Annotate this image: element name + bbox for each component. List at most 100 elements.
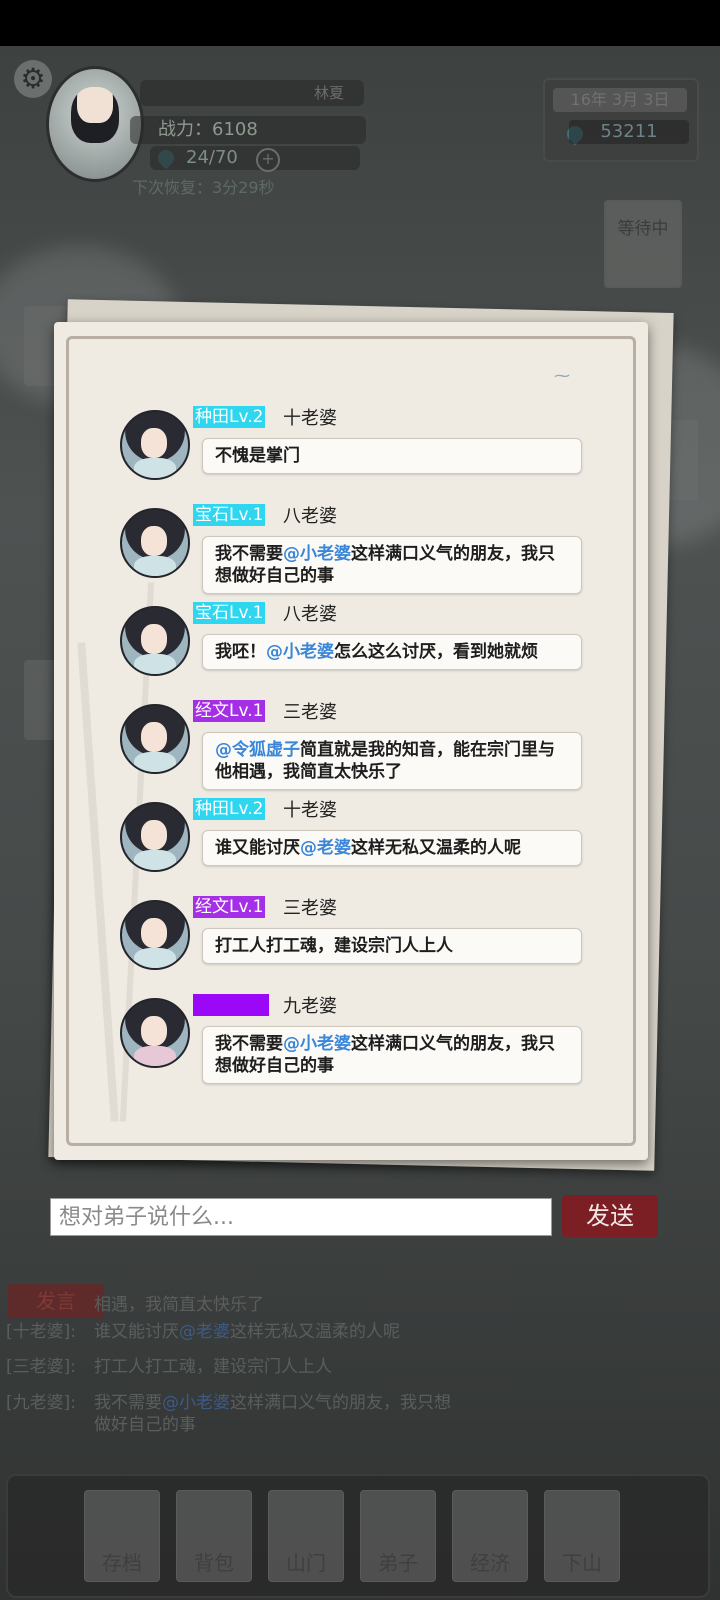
disciple-avatar[interactable] (120, 606, 190, 676)
disciple-name: 十老婆 (283, 408, 337, 429)
mention-text[interactable]: @小老婆 (162, 1393, 230, 1413)
disciple-avatar[interactable] (120, 508, 190, 578)
avatar-face (141, 526, 167, 556)
message-bubble: 我呸！@小老婆怎么这么讨厌，看到她就烦 (202, 634, 582, 670)
avatar-face (71, 87, 119, 143)
waiting-button[interactable]: 等待中 (604, 200, 682, 288)
dock-disciple-button[interactable]: 弟子 (360, 1490, 436, 1582)
chat-message: 种田Lv.2 十老婆谁又能讨厌@老婆这样无私又温柔的人呢 (54, 792, 648, 890)
dock-sect-button[interactable]: 山门 (268, 1490, 344, 1582)
disciple-avatar[interactable] (120, 900, 190, 970)
money-value: 53211 (569, 120, 689, 144)
message-text: 相遇，我简直太快乐了 (94, 1295, 264, 1315)
disciple-name: 十老婆 (283, 800, 337, 821)
message-text: 这样无私又温柔的人呢 (230, 1322, 400, 1342)
game-date: 16年 3月 3日 (553, 88, 687, 112)
avatar-robe (134, 850, 176, 870)
disciple-avatar[interactable] (120, 704, 190, 774)
avatar-face (141, 820, 167, 850)
add-stamina-button[interactable]: + (256, 148, 280, 172)
chat-message: 经文Lv.1 三老婆打工人打工魂，建设宗门人上人 (54, 890, 648, 988)
dock-economy-button[interactable]: 经济 (452, 1490, 528, 1582)
message-text: 我不需要 (94, 1393, 162, 1413)
avatar-face (141, 428, 167, 458)
mention-text[interactable]: @老婆 (179, 1322, 230, 1342)
message-text: 这样满口义气的朋友，我只想 (230, 1393, 451, 1413)
disciple-avatar[interactable] (120, 410, 190, 480)
message-text: 打工人打工魂，建设宗门人上人 (215, 936, 453, 956)
disciple-avatar[interactable] (120, 802, 190, 872)
chat-dialog: ⁓ 种田Lv.2 十老婆 不愧是掌门 宝石Lv.1 八老婆 我不需要@小老婆这样满口义气的… (54, 322, 648, 1160)
log-speaker: [三老婆]: (6, 1357, 76, 1377)
avatar-robe (134, 556, 176, 576)
recover-timer: 下次恢复：3分29秒 (132, 178, 275, 197)
player-name: 林夏 (140, 80, 364, 106)
log-line: [九老婆]: 我不需要@小老婆这样满口义气的朋友，我只想 (6, 1392, 526, 1414)
message-text: 我不需要 (215, 544, 283, 564)
message-text: 我不需要 (215, 1034, 283, 1054)
skill-tag: 种田Lv.2 (193, 798, 266, 820)
disciple-name: 八老婆 (283, 604, 337, 625)
mention-text[interactable]: @小老婆 (283, 1034, 351, 1054)
log-line: 相遇，我简直太快乐了 (6, 1294, 526, 1316)
log-line: 做好自己的事 (6, 1414, 526, 1436)
skill-tag: 经文Lv.1 (193, 896, 266, 918)
message-bubble: 不愧是掌门 (202, 438, 582, 474)
status-bar (0, 0, 720, 46)
avatar-face (141, 722, 167, 752)
avatar-robe (134, 948, 176, 968)
log-line: [三老婆]: 打工人打工魂，建设宗门人上人 (6, 1356, 526, 1378)
message-text: 打工人打工魂，建设宗门人上人 (94, 1357, 332, 1377)
avatar-face (141, 1016, 167, 1046)
dock-save-button[interactable]: 存档 (84, 1490, 160, 1582)
skill-tag (193, 994, 269, 1016)
avatar-robe (134, 654, 176, 674)
dock-bag-button[interactable]: 背包 (176, 1490, 252, 1582)
message-text: 谁又能讨厌 (94, 1322, 179, 1342)
message-text: 我呸！ (215, 642, 266, 662)
bird-decoration: ⁓ (554, 366, 570, 385)
message-text: 做好自己的事 (94, 1415, 196, 1435)
disciple-name: 九老婆 (283, 996, 337, 1017)
mention-text[interactable]: @令狐虚子 (215, 740, 300, 760)
skill-tag: 宝石Lv.1 (193, 504, 266, 526)
send-button[interactable]: 发送 (562, 1195, 658, 1237)
bottom-dock: 存档 背包 山门 弟子 经济 下山 (6, 1474, 710, 1598)
avatar-robe (134, 1046, 176, 1066)
message-input[interactable]: 想对弟子说什么... (50, 1198, 552, 1236)
mention-text[interactable]: @小老婆 (266, 642, 334, 662)
avatar-face (141, 624, 167, 654)
disciple-name: 三老婆 (283, 702, 337, 723)
message-text: 这样无私又温柔的人呢 (351, 838, 521, 858)
disciple-avatar[interactable] (120, 998, 190, 1068)
dock-descend-button[interactable]: 下山 (544, 1490, 620, 1582)
disciple-name: 八老婆 (283, 506, 337, 527)
mention-text[interactable]: @老婆 (300, 838, 351, 858)
log-speaker: [九老婆]: (6, 1393, 76, 1413)
message-bubble: 我不需要@小老婆这样满口义气的朋友，我只想做好自己的事 (202, 1026, 582, 1084)
message-bubble: 打工人打工魂，建设宗门人上人 (202, 928, 582, 964)
combat-power: 战力：6108 (130, 116, 366, 144)
stamina-value: 24/70 (150, 146, 360, 170)
skill-tag: 宝石Lv.1 (193, 602, 266, 624)
message-bubble: @令狐虚子简直就是我的知音，能在宗门里与他相遇，我简直太快乐了 (202, 732, 582, 790)
message-list[interactable]: 种田Lv.2 十老婆 不愧是掌门 宝石Lv.1 八老婆 我不需要@小老婆这样满口义气的朋友… (54, 400, 648, 1086)
avatar-robe (134, 458, 176, 478)
message-text: 谁又能讨厌 (215, 838, 300, 858)
message-bubble: 我不需要@小老婆这样满口义气的朋友，我只想做好自己的事 (202, 536, 582, 594)
avatar-robe (134, 752, 176, 772)
settings-gear-icon[interactable]: ⚙ (14, 60, 52, 98)
chat-message: 九老婆我不需要@小老婆这样满口义气的朋友，我只想做好自己的事 (54, 988, 648, 1086)
mention-text[interactable]: @小老婆 (283, 544, 351, 564)
skill-tag: 种田Lv.2 (193, 406, 266, 428)
log-speaker: [十老婆]: (6, 1322, 76, 1342)
chat-message: 经文Lv.1 三老婆 @令狐虚子简直就是我的知音，能在宗门里与他相遇，我简直太快乐了 (54, 694, 648, 792)
chat-message: 宝石Lv.1 八老婆我不需要@小老婆这样满口义气的朋友，我只想做好自己的事 (54, 498, 648, 596)
message-text: 不愧是掌门 (215, 446, 300, 466)
skill-tag: 经文Lv.1 (193, 700, 266, 722)
disciple-name: 三老婆 (283, 898, 337, 919)
chat-message: 宝石Lv.1 八老婆 我呸！@小老婆怎么这么讨厌，看到她就烦 (54, 596, 648, 694)
date-money-panel: 16年 3月 3日 53211 (543, 78, 699, 162)
chat-message: 种田Lv.2 十老婆不愧是掌门 (54, 400, 648, 498)
message-text: 怎么这么讨厌，看到她就烦 (334, 642, 538, 662)
